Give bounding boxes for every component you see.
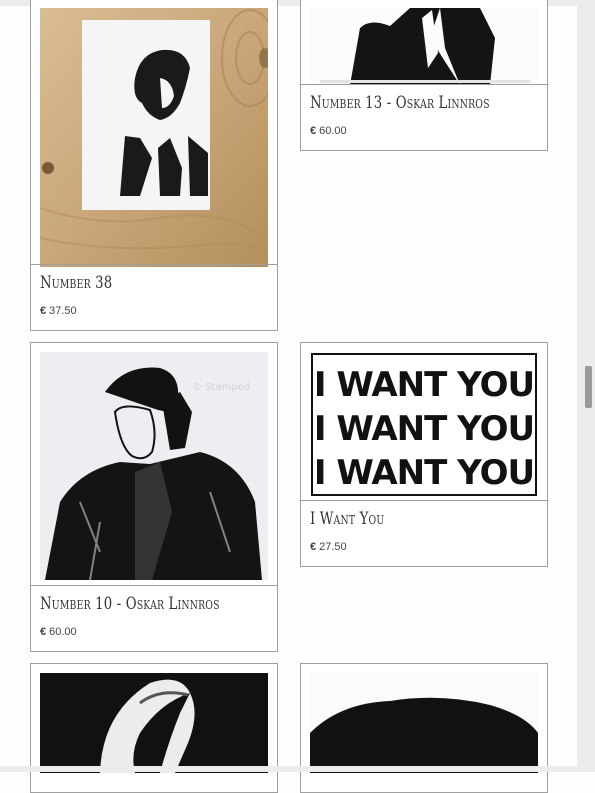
product-price: €60.00 <box>40 626 77 638</box>
product-card-number-13[interactable]: Number 13 - Oskar Linnros €60.00 <box>300 0 548 151</box>
price-value: 27.50 <box>319 541 347 553</box>
product-card-number-10[interactable]: © Stamped Number 10 - Oskar Linnros €60.… <box>30 342 278 652</box>
product-image-i-want-you[interactable]: I WANT YOU I WANT YOU I WANT YOU <box>310 352 538 497</box>
product-card-number-38[interactable]: Number 38 €37.50 <box>30 0 278 331</box>
currency-symbol: € <box>40 305 47 317</box>
artwork-line-1: I WANT YOU <box>314 365 534 405</box>
product-title[interactable]: Number 10 - Oskar Linnros <box>40 594 220 614</box>
price-value: 60.00 <box>49 626 77 638</box>
product-caption: Number 13 - Oskar Linnros €60.00 <box>301 84 547 153</box>
artwork-line-3: I WANT YOU <box>314 453 534 493</box>
product-caption: Number 10 - Oskar Linnros €60.00 <box>31 585 277 654</box>
product-price: €37.50 <box>40 305 77 317</box>
product-caption: I Want You €27.50 <box>301 500 547 569</box>
currency-symbol: € <box>40 626 47 638</box>
product-title[interactable]: Number 13 - Oskar Linnros <box>310 93 490 113</box>
price-value: 60.00 <box>319 125 347 137</box>
product-card-i-want-you[interactable]: I WANT YOU I WANT YOU I WANT YOU I Want … <box>300 342 548 567</box>
product-image-number-10[interactable]: © Stamped <box>40 352 268 580</box>
watermark: © Stamped <box>192 382 250 393</box>
artwork-line-2: I WANT YOU <box>314 409 534 449</box>
product-image-number-13[interactable] <box>310 8 538 85</box>
product-card-partial-left[interactable] <box>30 663 278 793</box>
scrollbar-thumb[interactable] <box>585 366 592 408</box>
product-image-partial-right[interactable] <box>310 673 538 773</box>
currency-symbol: € <box>310 541 317 553</box>
vertical-scrollbar[interactable] <box>577 0 595 772</box>
product-image-number-38[interactable] <box>40 8 268 267</box>
currency-symbol: € <box>310 125 317 137</box>
product-price: €60.00 <box>310 125 347 137</box>
product-price: €27.50 <box>310 541 347 553</box>
product-title[interactable]: Number 38 <box>40 273 112 293</box>
product-title[interactable]: I Want You <box>310 509 384 529</box>
bottom-edge <box>0 766 595 772</box>
product-caption: Number 38 €37.50 <box>31 264 277 333</box>
product-image-partial-left[interactable] <box>40 673 268 773</box>
product-card-partial-right[interactable] <box>300 663 548 793</box>
price-value: 37.50 <box>49 305 77 317</box>
